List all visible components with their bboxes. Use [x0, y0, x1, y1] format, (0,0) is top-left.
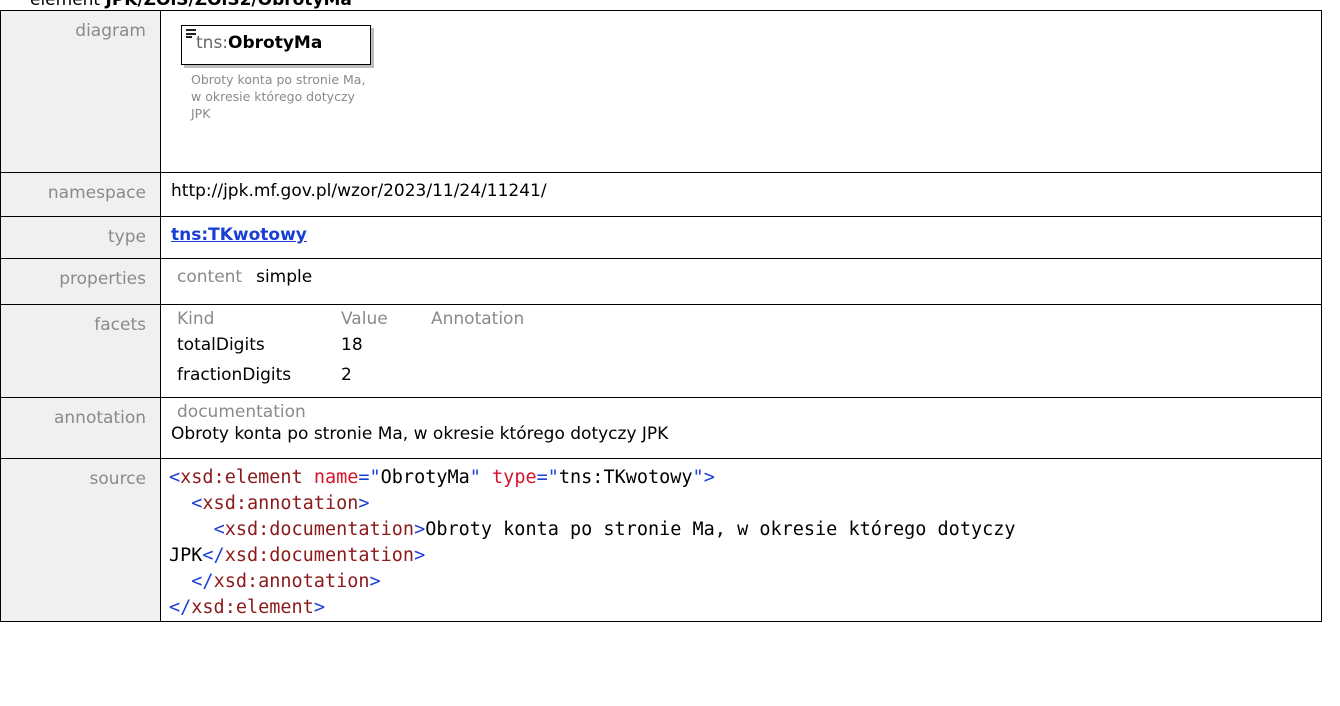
facets-header-value: Value — [341, 309, 388, 329]
diagram-doc-line: Obroty konta po stronie Ma, — [191, 72, 366, 87]
element-path: JPK/ZOiS/ZOiS2/ObrotyMa — [105, 0, 352, 10]
properties-label: properties — [0, 258, 161, 305]
type-cell: tns:TKwotowy — [160, 216, 1322, 259]
facets-header-kind: Kind — [177, 309, 215, 329]
annotation-cell: documentation Obroty konta po stronie Ma… — [160, 397, 1322, 459]
diagram-prefix: tns: — [196, 33, 229, 53]
properties-value: simple — [256, 267, 313, 287]
facet-annotation — [431, 329, 1311, 355]
facets-row: facets Kind Value Annotation totalDigits… — [0, 304, 1322, 398]
facet-value: 18 — [341, 335, 363, 355]
facet-kind: fractionDigits — [177, 365, 292, 385]
namespace-row: namespace http://jpk.mf.gov.pl/wzor/2023… — [0, 172, 1322, 217]
facet-kind: totalDigits — [177, 335, 265, 355]
facet-value: 2 — [341, 365, 352, 385]
element-heading: element JPK/ZOiS/ZOiS2/ObrotyMa — [30, 0, 352, 10]
annotation-key: documentation — [177, 402, 306, 422]
annotation-row: annotation documentation Obroty konta po… — [0, 397, 1322, 459]
diagram-element-box[interactable]: tns:ObrotyMa — [181, 25, 371, 65]
properties-row: properties content simple — [0, 258, 1322, 305]
namespace-value: http://jpk.mf.gov.pl/wzor/2023/11/24/112… — [160, 172, 1322, 217]
diagram-doc: Obroty konta po stronie Ma, w okresie kt… — [191, 71, 421, 122]
element-content-icon — [186, 29, 196, 38]
source-label: source — [0, 458, 161, 622]
facets-cell: Kind Value Annotation totalDigits 18 fra… — [160, 304, 1322, 398]
source-code: <xsd:element name="ObrotyMa" type="tns:T… — [169, 467, 1016, 618]
source-row: source <xsd:element name="ObrotyMa" type… — [0, 458, 1322, 622]
type-row: type tns:TKwotowy — [0, 216, 1322, 259]
properties-cell: content simple — [160, 258, 1322, 305]
diagram-cell: tns:ObrotyMa Obroty konta po stronie Ma,… — [160, 10, 1322, 173]
annotation-value: Obroty konta po stronie Ma, w okresie kt… — [171, 424, 669, 444]
element-doc-table: diagram tns:ObrotyMa Obroty konta po str… — [0, 10, 1322, 622]
diagram-doc-line: JPK — [191, 106, 211, 121]
namespace-label: namespace — [0, 172, 161, 217]
properties-key: content — [177, 267, 243, 287]
diagram-label: diagram — [0, 10, 161, 173]
diagram-doc-line: w okresie którego dotyczy — [191, 89, 355, 104]
diagram-row: diagram tns:ObrotyMa Obroty konta po str… — [0, 10, 1322, 173]
facets-header-annotation: Annotation — [431, 309, 525, 329]
type-link[interactable]: tns:TKwotowy — [171, 225, 307, 245]
facet-annotation — [431, 355, 1311, 385]
heading-prefix: element — [30, 0, 106, 10]
diagram-name: ObrotyMa — [228, 33, 323, 53]
facets-table: Kind Value Annotation totalDigits 18 fra… — [171, 309, 1311, 385]
source-cell: <xsd:element name="ObrotyMa" type="tns:T… — [160, 458, 1322, 622]
facets-label: facets — [0, 304, 161, 398]
diagram-element-name: tns:ObrotyMa — [196, 33, 322, 53]
annotation-label: annotation — [0, 397, 161, 459]
type-label: type — [0, 216, 161, 259]
